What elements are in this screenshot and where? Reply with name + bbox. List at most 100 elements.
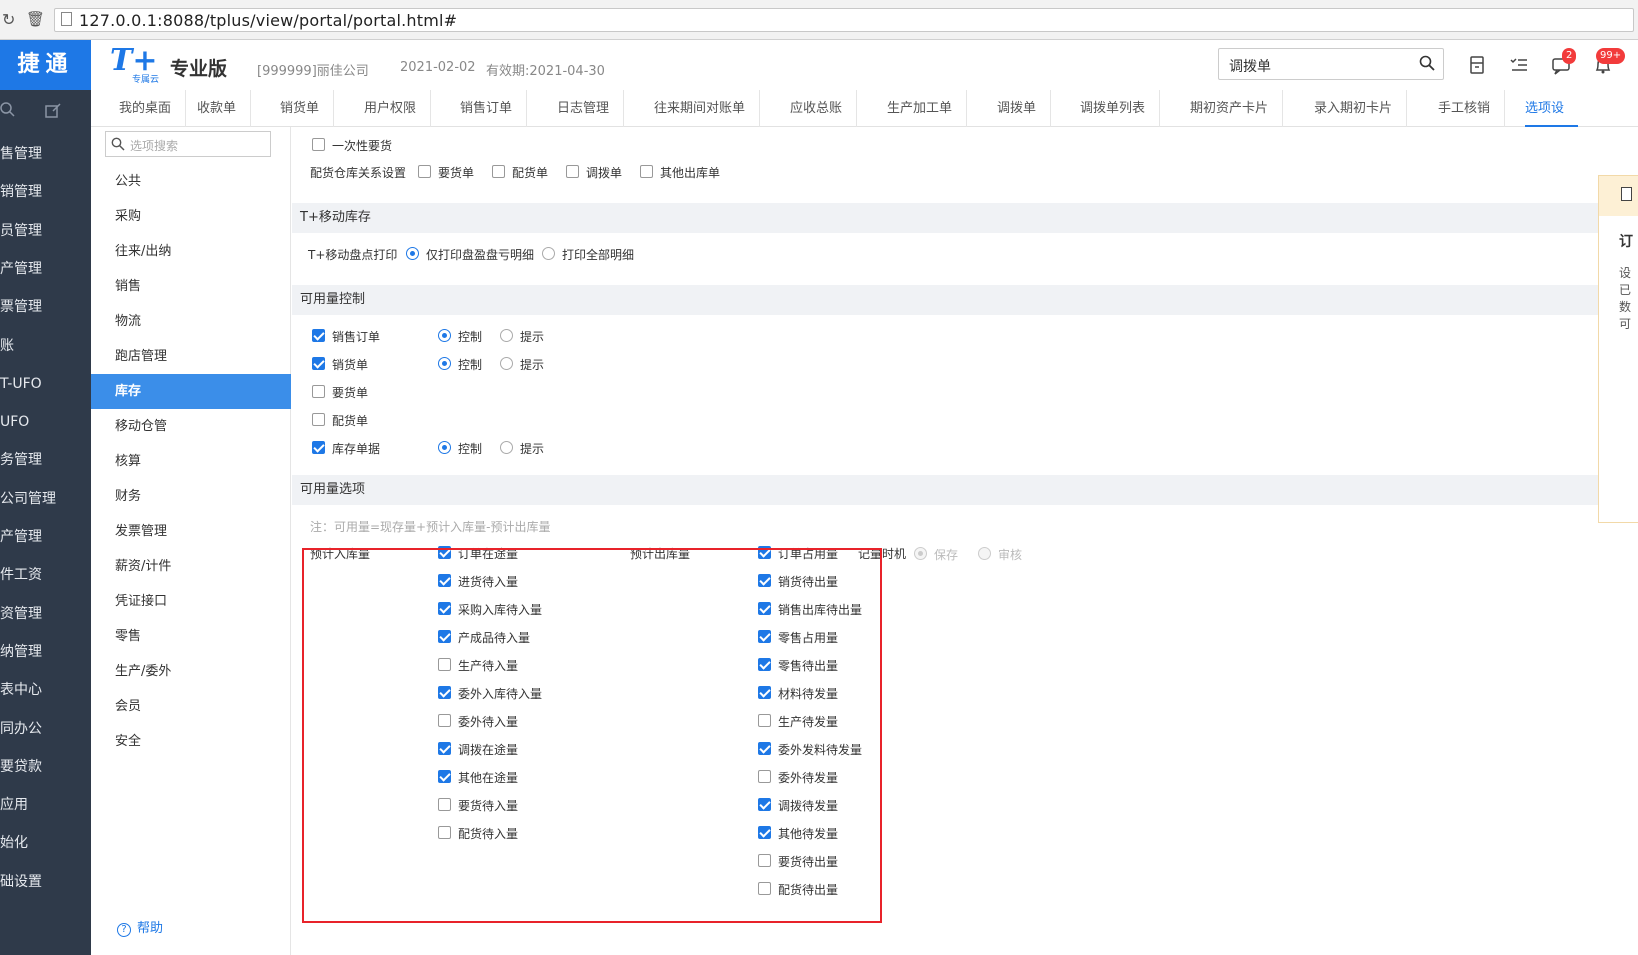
tab-item[interactable]: 我的桌面: [119, 90, 187, 127]
options-category-item[interactable]: 凭证接口: [91, 584, 291, 619]
search-icon[interactable]: [0, 102, 16, 118]
module-nav-item[interactable]: 员管理: [0, 211, 91, 251]
document-icon[interactable]: [1621, 187, 1632, 201]
help-icon: ?: [117, 923, 131, 937]
hint-label: 提示: [520, 358, 545, 372]
address-bar[interactable]: 127.0.0.1:8088/tplus/view/portal/portal.…: [54, 8, 1634, 32]
availability-control-checkbox[interactable]: [312, 413, 325, 426]
calculator-icon[interactable]: [1466, 54, 1488, 76]
module-nav-item[interactable]: 同办公: [0, 709, 91, 749]
tab-item[interactable]: 收款单: [197, 90, 252, 127]
control-label: 控制: [458, 358, 483, 372]
options-category-item[interactable]: 会员: [91, 689, 291, 724]
control-radio[interactable]: [438, 329, 451, 342]
options-category-item[interactable]: 薪资/计件: [91, 549, 291, 584]
relation-transfer-checkbox[interactable]: [566, 165, 579, 178]
options-category-item[interactable]: 零售: [91, 619, 291, 654]
module-nav-item[interactable]: 纳管理: [0, 632, 91, 672]
timing-save-label: 保存: [934, 548, 959, 562]
availability-control-checkbox[interactable]: [312, 329, 325, 342]
tab-item[interactable]: 录入期初卡片: [1314, 90, 1408, 127]
module-nav-item[interactable]: 销管理: [0, 172, 91, 212]
options-category-item[interactable]: 公共: [91, 164, 291, 199]
one-time-request-checkbox[interactable]: [312, 138, 325, 151]
availability-control-checkbox[interactable]: [312, 441, 325, 454]
availability-control-label: 配货单: [332, 414, 369, 428]
module-nav-item[interactable]: 售管理: [0, 134, 91, 174]
options-category-item[interactable]: 财务: [91, 479, 291, 514]
timing-save-radio[interactable]: [914, 547, 927, 560]
help-link[interactable]: ? 帮助: [117, 917, 163, 937]
print-all-radio[interactable]: [542, 247, 555, 260]
relation-opt-label: 其他出库单: [660, 166, 721, 180]
tab-item[interactable]: 用户权限: [364, 90, 432, 127]
print-diff-radio[interactable]: [406, 247, 419, 260]
task-list-icon[interactable]: [1508, 54, 1530, 76]
options-category-item[interactable]: 跑店管理: [91, 339, 291, 374]
reload-icon[interactable]: ↻: [2, 10, 15, 29]
module-nav-item[interactable]: 件工资: [0, 555, 91, 595]
options-category-item[interactable]: 库存: [91, 374, 291, 409]
module-nav-item[interactable]: 础设置: [0, 862, 91, 902]
timing-audit-radio[interactable]: [978, 547, 991, 560]
options-category-item[interactable]: 移动仓管: [91, 409, 291, 444]
module-nav-item[interactable]: 账: [0, 326, 91, 366]
trash-icon[interactable]: 🗑: [26, 10, 45, 28]
options-category-item[interactable]: 采购: [91, 199, 291, 234]
floating-panel-text: 可: [1619, 317, 1632, 331]
options-category-item[interactable]: 销售: [91, 269, 291, 304]
tab-item[interactable]: 期初资产卡片: [1190, 90, 1284, 127]
control-radio[interactable]: [438, 357, 451, 370]
tab-item[interactable]: 选项设: [1525, 90, 1579, 127]
module-nav-item[interactable]: 产管理: [0, 517, 91, 557]
floating-panel-title: 订: [1619, 234, 1633, 250]
relation-other-out-checkbox[interactable]: [640, 165, 653, 178]
search-icon[interactable]: [1419, 55, 1435, 71]
hint-radio[interactable]: [500, 357, 513, 370]
control-radio[interactable]: [438, 441, 451, 454]
availability-control-checkbox[interactable]: [312, 357, 325, 370]
availability-control-label: 库存单据: [332, 442, 381, 456]
options-category-item[interactable]: 发票管理: [91, 514, 291, 549]
hint-radio[interactable]: [500, 441, 513, 454]
options-category-item[interactable]: 生产/委外: [91, 654, 291, 689]
print-all-label: 打印全部明细: [562, 248, 635, 262]
module-nav-item[interactable]: 表中心: [0, 670, 91, 710]
floating-help-panel[interactable]: 订 设 已 数 可: [1598, 175, 1638, 523]
module-nav-item[interactable]: 资管理: [0, 594, 91, 634]
module-nav-item[interactable]: 应用: [0, 785, 91, 825]
relation-request-checkbox[interactable]: [418, 165, 431, 178]
brand-logo[interactable]: 捷通: [0, 40, 91, 90]
module-nav-item[interactable]: 要贷款: [0, 747, 91, 787]
options-search-input[interactable]: 选项搜索: [105, 131, 271, 157]
module-nav-item[interactable]: T-UFO: [0, 364, 91, 404]
validity-date: 有效期:2021-04-30: [486, 64, 605, 79]
address-url[interactable]: 127.0.0.1:8088/tplus/view/portal/portal.…: [79, 11, 457, 30]
tab-item[interactable]: 调拨单列表: [1080, 90, 1161, 127]
relation-distribute-checkbox[interactable]: [492, 165, 505, 178]
edit-icon[interactable]: [44, 102, 62, 120]
edition-label: 专业版: [170, 58, 228, 80]
timing-audit-label: 审核: [998, 548, 1023, 562]
availability-control-checkbox[interactable]: [312, 385, 325, 398]
module-nav-item[interactable]: 产管理: [0, 249, 91, 289]
options-category-item[interactable]: 往来/出纳: [91, 234, 291, 269]
tab-item[interactable]: 生产加工单: [887, 90, 968, 127]
options-category-item[interactable]: 核算: [91, 444, 291, 479]
module-nav-item[interactable]: 票管理: [0, 287, 91, 327]
module-nav-item[interactable]: 公司管理: [0, 479, 91, 519]
module-nav-item[interactable]: 务管理: [0, 440, 91, 480]
options-category-item[interactable]: 物流: [91, 304, 291, 339]
tab-item[interactable]: 销售订单: [460, 90, 528, 127]
options-category-item[interactable]: 安全: [91, 724, 291, 759]
hint-radio[interactable]: [500, 329, 513, 342]
tab-item[interactable]: 应收总账: [790, 90, 858, 127]
tab-item[interactable]: 销货单: [280, 90, 335, 127]
global-search-input[interactable]: 调拨单: [1218, 48, 1444, 80]
module-nav-item[interactable]: 始化: [0, 823, 91, 863]
tab-item[interactable]: 往来期间对账单: [654, 90, 761, 127]
tab-item[interactable]: 调拨单: [997, 90, 1052, 127]
module-nav-item[interactable]: UFO: [0, 402, 91, 442]
tab-item[interactable]: 手工核销: [1438, 90, 1506, 127]
tab-item[interactable]: 日志管理: [557, 90, 625, 127]
